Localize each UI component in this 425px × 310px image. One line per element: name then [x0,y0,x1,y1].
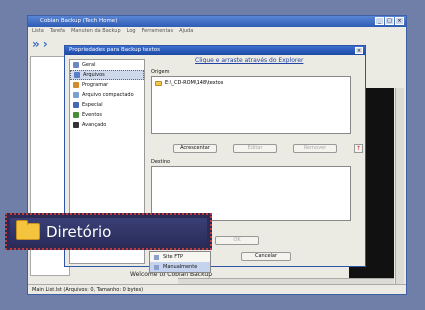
sidebar-item-label: Avançado [82,122,107,128]
sidebar-item-avancado[interactable]: Avançado [70,120,144,130]
directory-callout: Diretório [5,213,212,250]
sidebar-item-label: Eventos [82,112,102,118]
sidebar-item-especial[interactable]: Especial [70,100,144,110]
sidebar-item-label: Arquivo compactado [82,92,134,98]
menu-item-manual[interactable]: Manualmente [150,262,210,272]
sidebar-item-label: Especial [82,102,103,108]
schedule-icon [73,82,79,88]
menu-bar: Lista Tarefa Manuten da Backup Log Ferra… [28,27,406,36]
remove-button[interactable]: Remover [293,144,337,153]
move-up-icon[interactable]: ↑ [354,144,363,153]
events-icon [73,112,79,118]
manual-icon [154,264,159,270]
sidebar-item-label: Arquivos [83,72,105,78]
add-button-label: Acrescentar [180,145,210,151]
menu-item-log[interactable]: Log [127,27,136,36]
files-icon [74,72,80,78]
callout-label[interactable]: Diretório [46,223,111,241]
ok-button-label: OK [233,237,241,243]
minimize-button[interactable]: _ [375,17,384,25]
drag-drop-hint-link[interactable]: Clique e arraste através do Explorer [195,57,303,64]
menu-item-tarefa[interactable]: Tarefa [50,27,65,36]
menu-item-manutencao[interactable]: Manuten da Backup [71,27,121,36]
dialog-title-bar: Propriedades para Backup textos × [65,46,365,55]
list-item[interactable]: E:\_CD-ROM\148\textos [152,77,350,89]
origin-list[interactable]: E:\_CD-ROM\148\textos [151,76,351,134]
cancel-button[interactable]: Cancelar [241,252,291,261]
advanced-icon [73,122,79,128]
add-button[interactable]: Acrescentar [173,144,217,153]
status-bar: Main List.lst (Arquivos: 0, Tamanho: 0 b… [28,284,406,294]
sidebar-item-eventos[interactable]: Eventos [70,110,144,120]
dialog-close-button[interactable]: × [355,47,363,54]
folder-icon [155,80,162,86]
menu-item-ajuda[interactable]: Ajuda [179,27,193,36]
add-popup-menu: Site FTP Manualmente [149,251,211,273]
sidebar-item-arquivos[interactable]: Arquivos [70,70,144,80]
menu-item-ftp[interactable]: Site FTP [150,252,210,262]
cancel-button-label: Cancelar [254,253,278,259]
main-title-bar: Cobian Backup (Tech Home) _ □ × [28,16,406,27]
ftp-icon [154,254,159,260]
menu-item-label: Site FTP [163,254,184,260]
remove-button-label: Remover [303,145,327,151]
dialog-title: Propriedades para Backup textos [69,47,160,53]
vertical-scrollbar[interactable] [395,88,404,288]
main-title-text: Cobian Backup (Tech Home) [40,18,118,24]
menu-item-ferramentas[interactable]: Ferramentas [142,27,174,36]
special-icon [73,102,79,108]
sidebar-item-label: Programar [82,82,109,88]
folder-icon [16,220,40,240]
sidebar-item-label: Geral [82,62,96,68]
ok-button[interactable]: OK [215,236,259,245]
sidebar-item-geral[interactable]: Geral [70,60,144,70]
archive-icon [73,92,79,98]
maximize-button[interactable]: □ [385,17,394,25]
menu-item-label: Manualmente [163,264,198,270]
menu-item-lista[interactable]: Lista [32,27,44,36]
window-controls: _ □ × [375,17,404,25]
origin-label: Origem [151,69,170,75]
sidebar-item-programar[interactable]: Programar [70,80,144,90]
close-button[interactable]: × [395,17,404,25]
destination-label: Destino [151,159,171,165]
edit-button[interactable]: Editar [233,144,277,153]
edit-button-label: Editar [247,145,263,151]
origin-path: E:\_CD-ROM\148\textos [165,80,224,86]
sidebar-item-arquivo-compactado[interactable]: Arquivo compactado [70,90,144,100]
run-selected-icon[interactable]: › [43,38,48,50]
run-all-icon[interactable]: » [32,38,40,50]
callout-inner: Diretório [10,218,207,245]
general-icon [73,62,79,68]
